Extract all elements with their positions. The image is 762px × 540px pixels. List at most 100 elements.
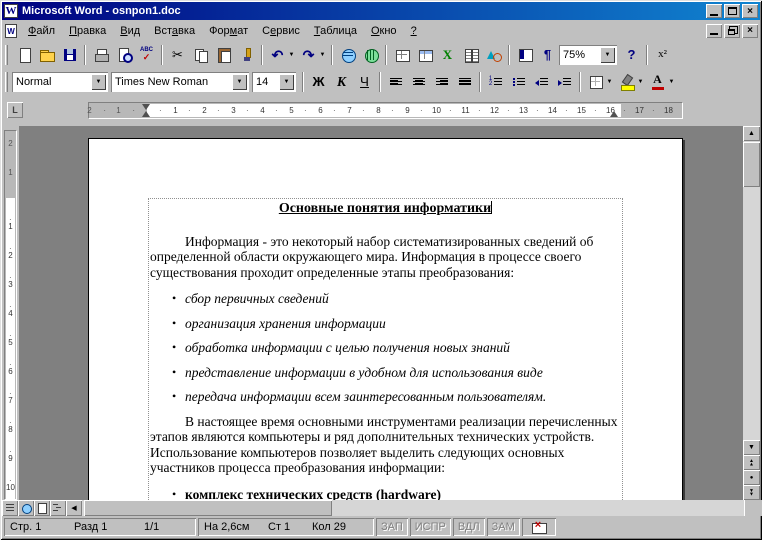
vertical-scroll-thumb[interactable]	[743, 142, 760, 187]
paste-button[interactable]	[212, 44, 235, 66]
menu-item[interactable]: ?	[404, 23, 424, 39]
menu-item[interactable]: Файл	[21, 23, 62, 39]
font-size-combo[interactable]: 14 ▼	[252, 72, 296, 92]
horizontal-scrollbar[interactable]: ◀ ▶	[2, 500, 760, 516]
right-indent-marker[interactable]	[610, 111, 618, 117]
align-justify-button[interactable]	[453, 71, 476, 93]
dropdown-arrow-icon[interactable]: ▼	[600, 47, 615, 63]
show-paragraph-marks-button[interactable]: ¶	[536, 44, 559, 66]
cursor-position: На 2,6см	[204, 521, 268, 533]
mode-indicator[interactable]: ИСПР	[410, 518, 451, 536]
menu-item[interactable]: Формат	[202, 23, 255, 39]
ruler-row: L 21 123456789101112131415161718	[2, 95, 760, 126]
select-browse-object-button[interactable]: ●	[743, 470, 760, 485]
bold-button[interactable]: Ж	[307, 71, 330, 93]
italic-button[interactable]: К	[330, 71, 353, 93]
zoom-combo[interactable]: 75% ▼	[559, 45, 617, 65]
next-page-button[interactable]: ▼	[743, 485, 760, 500]
tab-alignment-selector[interactable]: L	[7, 102, 23, 118]
align-left-button[interactable]	[384, 71, 407, 93]
dropdown-arrow-icon[interactable]: ▼	[232, 74, 247, 90]
menu-item[interactable]: Вставка	[147, 23, 202, 39]
style-combo[interactable]: Normal ▼	[12, 72, 108, 92]
toolbar-drag-handle[interactable]	[5, 72, 8, 92]
save-button[interactable]	[58, 44, 81, 66]
open-button[interactable]	[35, 44, 58, 66]
new-document-button[interactable]	[12, 44, 35, 66]
print-button[interactable]	[89, 44, 112, 66]
vertical-scrollbar[interactable]: ▲ ▼ ▲ ● ▼	[743, 126, 760, 500]
font-combo[interactable]: Times New Roman ▼	[111, 72, 249, 92]
insert-hyperlink-button[interactable]	[336, 44, 359, 66]
tables-and-borders-button[interactable]	[390, 44, 413, 66]
web-layout-view-button[interactable]	[18, 500, 34, 516]
toolbar-drag-handle[interactable]	[5, 45, 8, 65]
dropdown-arrow-icon[interactable]: ▼	[91, 74, 106, 90]
underline-button[interactable]: Ч	[353, 71, 376, 93]
document-page[interactable]: Основные понятия информатики Информация …	[88, 138, 683, 500]
cut-button[interactable]: ✂	[166, 44, 189, 66]
web-toolbar-button[interactable]	[359, 44, 382, 66]
print-preview-button[interactable]	[112, 44, 135, 66]
scroll-left-button[interactable]: ◀	[66, 500, 82, 516]
mode-indicator[interactable]: ЗАМ	[487, 518, 520, 536]
align-center-button[interactable]	[407, 71, 430, 93]
redo-button[interactable]: ↷	[297, 44, 320, 66]
dropdown-arrow-icon[interactable]: ▼	[279, 74, 294, 90]
format-painter-button[interactable]	[235, 44, 258, 66]
close-button[interactable]: ×	[742, 4, 758, 18]
status-bar: Стр. 1 Разд 1 1/1 На 2,6см Ст 1 Кол 29 З…	[2, 516, 760, 538]
normal-view-button[interactable]	[2, 500, 18, 516]
first-line-indent-marker[interactable]	[142, 104, 150, 110]
doc-minimize-button[interactable]	[706, 24, 722, 38]
doc-close-button[interactable]: ×	[742, 24, 758, 38]
mode-indicator[interactable]: ВДЛ	[453, 518, 485, 536]
previous-page-button[interactable]: ▲	[743, 455, 760, 470]
left-indent-marker[interactable]	[142, 111, 150, 117]
minimize-button[interactable]	[706, 4, 722, 18]
drawing-shapes-icon	[486, 47, 502, 63]
ruler-mark: 17	[625, 103, 654, 118]
numbered-list-button[interactable]	[484, 71, 507, 93]
scroll-down-button[interactable]: ▼	[743, 440, 760, 455]
columns-button[interactable]	[459, 44, 482, 66]
menu-item[interactable]: Правка	[62, 23, 113, 39]
increase-indent-button[interactable]	[553, 71, 576, 93]
font-color-button[interactable]: А	[646, 71, 669, 93]
separator	[385, 45, 387, 65]
maximize-button[interactable]	[724, 4, 740, 18]
title-bar[interactable]: W Microsoft Word - osnpon1.doc ×	[2, 2, 760, 20]
document-icon[interactable]: W	[5, 24, 17, 38]
spelling-button[interactable]: ABC✓	[135, 44, 158, 66]
format-painter-brush-icon	[239, 47, 255, 63]
office-assistant-button[interactable]: ?	[620, 44, 643, 66]
drawing-button[interactable]	[482, 44, 505, 66]
align-right-button[interactable]	[430, 71, 453, 93]
menu-item[interactable]: Таблица	[307, 23, 364, 39]
highlight-button[interactable]	[615, 71, 638, 93]
undo-button[interactable]: ↶	[266, 44, 289, 66]
insert-table-button[interactable]	[413, 44, 436, 66]
scroll-up-button[interactable]: ▲	[743, 126, 760, 141]
vertical-ruler[interactable]: 21 12345678910	[2, 126, 19, 500]
spelling-status-panel[interactable]	[522, 518, 556, 536]
horizontal-scroll-thumb[interactable]	[84, 500, 332, 516]
separator	[379, 72, 381, 92]
ruler-mark: 18	[654, 103, 683, 118]
decrease-indent-button[interactable]	[530, 71, 553, 93]
doc-restore-button[interactable]	[724, 24, 740, 38]
bulleted-list-button[interactable]	[507, 71, 530, 93]
page-layout-view-button[interactable]	[34, 500, 50, 516]
print-preview-icon	[116, 47, 132, 63]
menu-item[interactable]: Вид	[113, 23, 147, 39]
superscript-button[interactable]: x²	[651, 44, 674, 66]
mode-indicator[interactable]: ЗАП	[376, 518, 408, 536]
insert-excel-button[interactable]: X	[436, 44, 459, 66]
menu-item[interactable]: Окно	[364, 23, 404, 39]
copy-button[interactable]	[189, 44, 212, 66]
horizontal-ruler[interactable]: 21 123456789101112131415161718	[88, 102, 683, 119]
menu-item[interactable]: Сервис	[255, 23, 307, 39]
outline-view-button[interactable]	[50, 500, 66, 516]
borders-button[interactable]	[584, 71, 607, 93]
document-map-button[interactable]	[513, 44, 536, 66]
